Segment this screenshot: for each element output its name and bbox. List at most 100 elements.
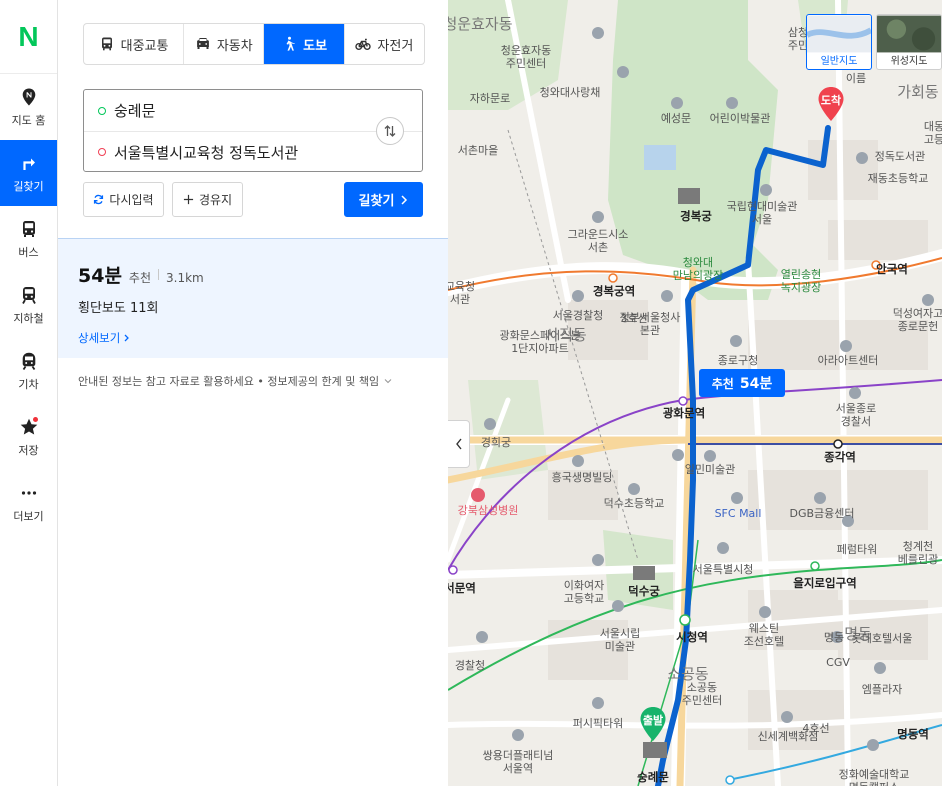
route-result-card[interactable]: 54분 추천 3.1km 횡단보도 11회 상세보기: [58, 238, 448, 358]
map-label[interactable]: 경복궁역: [593, 285, 635, 298]
map-label[interactable]: DGB금융센터: [789, 507, 854, 520]
map-label[interactable]: 을지로입구역: [793, 577, 856, 590]
map-label[interactable]: 소공동 주민센터: [682, 681, 722, 707]
map-label[interactable]: 아라아트센터: [818, 354, 879, 367]
map-label[interactable]: 숭례문: [637, 771, 669, 784]
layer-normal[interactable]: 일반지도: [806, 14, 872, 70]
badge-recommend: 추천: [711, 376, 734, 391]
map-label[interactable]: 엠플라자: [862, 683, 902, 696]
map-label[interactable]: 자하문로: [470, 92, 510, 105]
map-label[interactable]: 일민미술관: [685, 463, 736, 476]
rail-item-directions[interactable]: 길찾기: [0, 140, 57, 206]
map-label[interactable]: 4호선: [802, 722, 829, 735]
map-label[interactable]: 청계천 베를린광: [898, 540, 938, 566]
naver-map-app: N 지도 홈 길찾기 버스 지하철 기차 저장 더보기 대중교통 자동차 도보 …: [0, 0, 942, 786]
layer-label: 위성지도: [890, 56, 928, 67]
map-label[interactable]: 경찰청: [455, 659, 485, 672]
map-label[interactable]: 정독도서관: [875, 150, 926, 163]
map-label[interactable]: 시청역: [676, 631, 708, 644]
rail-item-more[interactable]: 더보기: [0, 470, 57, 536]
map-label[interactable]: 대동 고등: [924, 120, 942, 146]
map-label[interactable]: 안국역: [876, 263, 908, 276]
map-label[interactable]: 덕수초등학교: [604, 497, 665, 510]
map-label[interactable]: 사직동: [545, 328, 586, 343]
map-label[interactable]: 국립현대미술관 서울: [727, 200, 798, 226]
layer-satellite[interactable]: 위성지도: [876, 14, 942, 70]
end-pin[interactable]: 도착: [816, 86, 846, 122]
map-label[interactable]: 퍼시픽타워: [573, 717, 624, 730]
map-label[interactable]: 서촌마을: [458, 144, 498, 157]
notification-dot: [33, 417, 38, 422]
map-label[interactable]: SFC Mall: [715, 507, 762, 520]
route-time-badge[interactable]: 추천 54분: [699, 369, 785, 397]
logo-text: N: [18, 20, 39, 52]
start-pin[interactable]: 출발: [638, 706, 668, 742]
rail-item-subway[interactable]: 지하철: [0, 272, 57, 338]
map-label[interactable]: 서울시립 미술관: [600, 627, 640, 653]
map-label[interactable]: 경복궁: [680, 210, 712, 223]
map-label[interactable]: 소공동: [667, 667, 708, 682]
rail-item-saved[interactable]: 저장: [0, 404, 57, 470]
route-actions: 다시입력 경유지 길찾기: [83, 182, 423, 217]
reset-button[interactable]: 다시입력: [83, 182, 164, 217]
map-label[interactable]: 서울특별시청: [693, 563, 754, 576]
map-label[interactable]: 이름: [846, 72, 866, 85]
tab-car[interactable]: 자동차: [184, 24, 265, 64]
map-view[interactable]: 청운효자동청운효자동 주민센터청와대사랑채예성문 어린이박물관서촌마을경복궁 국립현대…: [448, 0, 942, 786]
origin-field[interactable]: 숭례문: [84, 90, 422, 131]
map-label[interactable]: 청와대 만남의광장: [673, 256, 724, 282]
map-label[interactable]: 덕수궁: [628, 585, 660, 598]
walk-icon: [286, 36, 295, 51]
map-label[interactable]: 청와대사랑채: [540, 86, 601, 99]
tab-walk[interactable]: 도보: [264, 24, 345, 64]
map-label[interactable]: 이화여자 고등학교: [564, 579, 604, 605]
origin-text: 숭례문: [114, 102, 156, 120]
naver-logo[interactable]: N: [0, 0, 57, 74]
map-label[interactable]: 롯데호텔서울: [852, 632, 913, 645]
map-label[interactable]: 경희궁: [481, 436, 511, 449]
map-label[interactable]: 강북삼성병원: [458, 504, 519, 517]
map-label[interactable]: CGV: [826, 656, 850, 669]
map-label[interactable]: 가회동: [897, 85, 938, 100]
map-label[interactable]: 열린송현 녹지광장: [781, 268, 821, 294]
map-label[interactable]: 어린이박물관: [710, 112, 771, 125]
map-label[interactable]: 서울경찰청: [553, 309, 604, 322]
map-label[interactable]: 청운효자동 주민센터: [501, 44, 552, 70]
map-label[interactable]: 그라운드시소 서촌: [568, 228, 629, 254]
map-label[interactable]: 서울종로 경찰서: [836, 402, 876, 428]
map-label[interactable]: 청운효자동: [448, 17, 513, 32]
divider: [158, 269, 160, 280]
map-label[interactable]: 서문역: [448, 582, 476, 595]
map-label[interactable]: 종각역: [824, 451, 856, 464]
info-disclaimer[interactable]: 안내된 정보는 참고 자료로 활용하세요 • 정보제공의 한계 및 책임: [78, 373, 392, 389]
map-label[interactable]: 덕성여자고 종로문헌: [893, 307, 942, 333]
bus-icon: [22, 220, 35, 237]
origin-marker-icon: [98, 106, 106, 115]
map-label[interactable]: 교육청 서관: [448, 280, 475, 306]
tab-bicycle[interactable]: 자전거: [345, 24, 424, 64]
map-label[interactable]: 흥국생명빌딩: [552, 471, 613, 484]
tab-public-transit[interactable]: 대중교통: [84, 24, 185, 64]
map-label[interactable]: 웨스틴 조선호텔: [744, 622, 784, 648]
map-label[interactable]: 명동역: [897, 728, 929, 741]
map-label[interactable]: 3호선: [620, 312, 647, 325]
search-route-button[interactable]: 길찾기: [344, 182, 423, 217]
rail-item-train[interactable]: 기차: [0, 338, 57, 404]
destination-field[interactable]: 서울특별시교육청 정독도서관: [84, 131, 422, 172]
map-label[interactable]: 재동초등학교: [868, 172, 929, 185]
map-label[interactable]: 종로구청: [718, 354, 758, 367]
map-label[interactable]: 광화문역: [663, 407, 705, 420]
map-label[interactable]: 쌍용더플래티넘 서울역: [483, 749, 554, 775]
collapse-panel-button[interactable]: [448, 420, 470, 468]
rail-item-map-home[interactable]: 지도 홈: [0, 74, 57, 140]
map-label[interactable]: 정화예술대학교명동캠퍼스: [839, 768, 910, 786]
train-icon: [22, 352, 35, 370]
map-label[interactable]: 페럼타워: [837, 543, 877, 556]
details-link[interactable]: 상세보기: [78, 330, 131, 346]
map-label[interactable]: 예성문: [661, 112, 691, 125]
add-waypoint-button[interactable]: 경유지: [172, 182, 243, 217]
swap-route-button[interactable]: [376, 117, 404, 145]
rail-item-bus[interactable]: 버스: [0, 206, 57, 272]
rail-label: 버스: [18, 245, 39, 259]
map-label[interactable]: 명동: [824, 631, 844, 644]
